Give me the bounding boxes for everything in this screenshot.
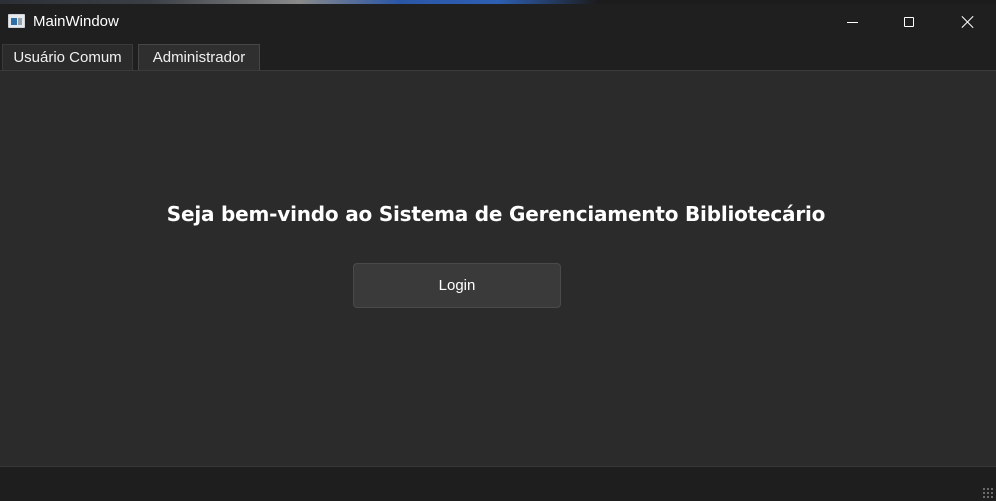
- tab-bar: Usuário Comum Administrador: [0, 40, 996, 71]
- close-icon: [961, 15, 975, 29]
- status-bar: [0, 466, 996, 501]
- welcome-heading: Seja bem-vindo ao Sistema de Gerenciamen…: [166, 202, 826, 226]
- minimize-icon: [846, 21, 858, 23]
- minimize-button[interactable]: [829, 4, 875, 40]
- login-button[interactable]: Login: [353, 263, 561, 308]
- window-title: MainWindow: [33, 13, 119, 30]
- tab-label: Administrador: [152, 49, 246, 66]
- maximize-button[interactable]: [886, 4, 932, 40]
- tab-administrador[interactable]: Administrador: [138, 44, 260, 70]
- main-window: MainWindow Usuário Comum Administrador S…: [0, 0, 996, 501]
- title-bar[interactable]: MainWindow: [0, 4, 996, 40]
- app-window-icon: [8, 14, 25, 28]
- tab-label: Usuário Comum: [13, 49, 122, 66]
- tab-content-panel: Seja bem-vindo ao Sistema de Gerenciamen…: [0, 70, 996, 466]
- login-button-label: Login: [438, 277, 476, 294]
- resize-grip-icon[interactable]: [982, 487, 994, 499]
- close-button[interactable]: [945, 4, 991, 40]
- maximize-icon: [904, 17, 914, 27]
- tab-usuario-comum[interactable]: Usuário Comum: [2, 44, 133, 70]
